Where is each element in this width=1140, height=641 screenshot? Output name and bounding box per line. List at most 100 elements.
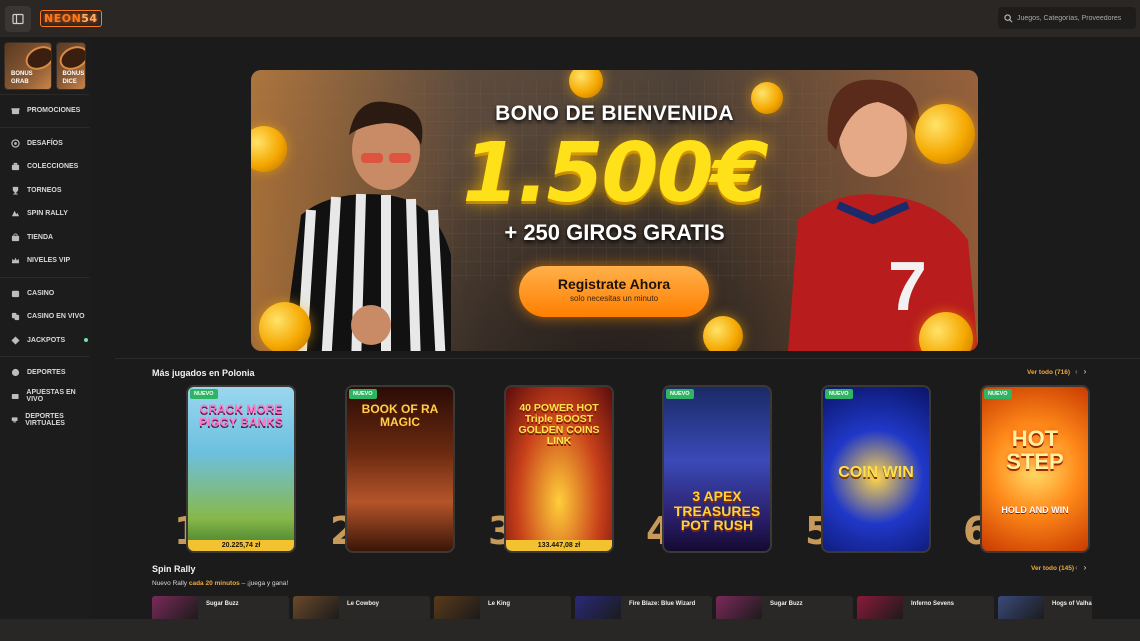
logo-text: NEON: [44, 12, 82, 25]
nav-group-features: DESAFÍOS COLECCIONES TORNEOS SPIN RALLY …: [0, 126, 90, 277]
spin-rally-game-name: Hogs of Valhal: [1052, 601, 1092, 607]
game-title: HOT STEP: [1006, 426, 1064, 475]
game-card-book-of-ra-magic[interactable]: NUEVO BOOK OF RA MAGIC: [345, 385, 455, 553]
sidebar-item-casino-en-vivo[interactable]: CASINO EN VIVO: [0, 305, 90, 329]
spin-rally-subtitle: Nuevo Rally cada 20 minutos – ¡juega y g…: [152, 580, 289, 587]
game-subtitle: HOLD AND WIN: [1001, 505, 1069, 515]
game-title: 3 APEX TREASURES POT RUSH: [673, 488, 761, 534]
sidebar-toggle-icon: [12, 13, 24, 24]
game-card-hot-step[interactable]: NUEVO HOT STEP HOLD AND WIN: [980, 385, 1090, 553]
spin-rally-card[interactable]: Sugar Buzz: [716, 596, 853, 621]
live-bet-icon: [11, 393, 19, 399]
most-played-carousel-arrows: ‹ ›: [1075, 367, 1086, 376]
new-badge: NUEVO: [825, 389, 853, 399]
sidebar-item-label: APUESTAS EN VIVO: [26, 389, 76, 404]
register-now-button[interactable]: Registrate Ahora solo necesitas un minut…: [519, 266, 709, 317]
nav-group-sports: DEPORTES APUESTAS EN VIVO DEPORTES VIRTU…: [0, 356, 90, 436]
sidebar-toggle-button[interactable]: [5, 5, 31, 32]
ball-icon: [11, 369, 20, 377]
chevron-left-icon[interactable]: ‹: [1075, 563, 1078, 572]
jersey-number: 7: [888, 247, 927, 325]
game-thumbnail: [152, 596, 198, 621]
bonus-card-label: BONUS DICE: [62, 71, 85, 85]
new-badge: NUEVO: [666, 389, 694, 399]
banner-free-spins: + 250 GIROS GRATIS: [504, 220, 725, 245]
spin-rally-card[interactable]: Fire Blaze: Blue Wizard: [575, 596, 712, 621]
sidebar: BONUS GRAB BONUS DICE PROMOCIONES DESAFÍOS…: [0, 37, 90, 641]
bonus-card-dice[interactable]: BONUS DICE: [55, 42, 86, 90]
chevron-left-icon[interactable]: ‹: [1075, 367, 1078, 376]
sidebar-item-niveles-vip[interactable]: NIVELES VIP: [0, 249, 90, 273]
sidebar-item-label: CASINO: [27, 289, 55, 297]
sidebar-item-label: DESAFÍOS: [27, 139, 63, 147]
game-card-crack-more-piggy-banks[interactable]: NUEVO CRACK MORE PIGGY BANKS 20.225,74 z…: [186, 385, 296, 553]
coin-graphic: [259, 302, 311, 351]
spin-rally-game-name: Inferno Sevens: [911, 601, 955, 607]
game-thumbnail: [434, 596, 480, 621]
sidebar-item-deportes-virtuales[interactable]: DEPORTES VIRTUALES: [0, 408, 90, 432]
nav-group-casino: CASINO CASINO EN VIVO JACKPOTS: [0, 276, 90, 357]
new-badge: NUEVO: [984, 389, 1012, 399]
jackpot-amount: 20.225,74 zł: [188, 540, 294, 551]
sidebar-item-jackpots[interactable]: JACKPOTS: [0, 329, 90, 353]
site-logo[interactable]: NEON54: [40, 10, 102, 27]
chevron-right-icon[interactable]: ›: [1084, 563, 1087, 572]
sidebar-item-label: DEPORTES VIRTUALES: [25, 412, 65, 427]
search-box[interactable]: [998, 7, 1136, 29]
spin-rally-see-all-link[interactable]: Ver todo (145): [1031, 565, 1074, 572]
sidebar-item-deportes[interactable]: DEPORTES: [0, 361, 90, 385]
spin-rally-card[interactable]: Sugar Buzz: [152, 596, 289, 621]
sidebar-item-apuestas-en-vivo[interactable]: APUESTAS EN VIVO: [0, 385, 90, 409]
sidebar-item-torneos[interactable]: TORNEOS: [0, 179, 90, 203]
spin-rally-carousel: Sugar Buzz Le Cowboy Le King Fire Blaze: Bl…: [152, 596, 1092, 621]
welcome-bonus-banner[interactable]: 7 BONO DE BIENVENIDA 1.500€ + 250 GIROS …: [251, 70, 978, 351]
register-button-sublabel: solo necesitas un minuto: [569, 294, 659, 303]
new-badge: NUEVO: [349, 389, 377, 399]
sidebar-item-colecciones[interactable]: COLECCIONES: [0, 155, 90, 179]
most-played-title: Más jugados en Polonia: [152, 368, 255, 378]
bonus-card-grab[interactable]: BONUS GRAB: [4, 42, 52, 90]
spin-rally-carousel-arrows: ‹ ›: [1075, 563, 1086, 572]
spin-rally-card[interactable]: Le Cowboy: [293, 596, 430, 621]
jackpot-indicator-dot: [84, 338, 88, 343]
chevron-right-icon[interactable]: ›: [1084, 367, 1087, 376]
new-badge: NUEVO: [190, 389, 218, 399]
spin-rally-card[interactable]: Le King: [434, 596, 571, 621]
spin-rally-card[interactable]: Inferno Sevens: [857, 596, 994, 621]
logo-number: 54: [81, 12, 98, 25]
game-card-coin-win[interactable]: NUEVO COIN WIN: [821, 385, 931, 553]
sidebar-item-tienda[interactable]: TIENDA: [0, 226, 90, 250]
sidebar-item-casino[interactable]: CASINO: [0, 282, 90, 306]
coin-graphic: [703, 316, 743, 351]
most-played-see-all-link[interactable]: Ver todo (716): [1027, 369, 1070, 376]
search-input[interactable]: [1017, 14, 1127, 22]
sidebar-item-label: COLECCIONES: [27, 163, 79, 171]
sidebar-item-desafios[interactable]: DESAFÍOS: [0, 132, 90, 156]
spin-rally-game-name: Sugar Buzz: [770, 601, 803, 607]
sidebar-item-promociones[interactable]: PROMOCIONES: [0, 99, 90, 123]
sidebar-item-label: CASINO EN VIVO: [27, 313, 85, 321]
game-title: BOOK OF RA MAGIC: [361, 402, 439, 429]
game-card-40-power-hot[interactable]: 40 POWER HOT Triple BOOST GOLDEN COINS L…: [504, 385, 614, 553]
game-thumbnail: [998, 596, 1044, 621]
gift-icon: [11, 108, 20, 115]
trophy-icon: [12, 186, 19, 195]
game-title: COIN WIN: [838, 464, 914, 481]
search-icon: [1004, 13, 1013, 22]
spin-rally-card[interactable]: Hogs of Valhal: [998, 596, 1092, 621]
spin-rally-game-name: Le King: [488, 601, 510, 607]
sidebar-item-label: DEPORTES: [27, 369, 66, 377]
target-icon: [11, 139, 20, 148]
bonus-card-label: BONUS GRAB: [11, 71, 33, 85]
game-title: 40 POWER HOT Triple BOOST GOLDEN COINS L…: [518, 402, 600, 448]
casino-icon: [11, 290, 20, 297]
game-thumbnail: [857, 596, 903, 621]
bonus-grab-icon: [21, 43, 51, 75]
jackpot-icon: [11, 336, 20, 345]
section-divider: [115, 358, 1140, 359]
sidebar-item-spin-rally[interactable]: SPIN RALLY: [0, 202, 90, 226]
game-thumbnail: [716, 596, 762, 621]
sidebar-item-label: TORNEOS: [27, 186, 62, 194]
game-card-3-apex-treasures[interactable]: NUEVO 3 APEX TREASURES POT RUSH: [662, 385, 772, 553]
bonus-cards: BONUS GRAB BONUS DICE: [0, 37, 90, 94]
